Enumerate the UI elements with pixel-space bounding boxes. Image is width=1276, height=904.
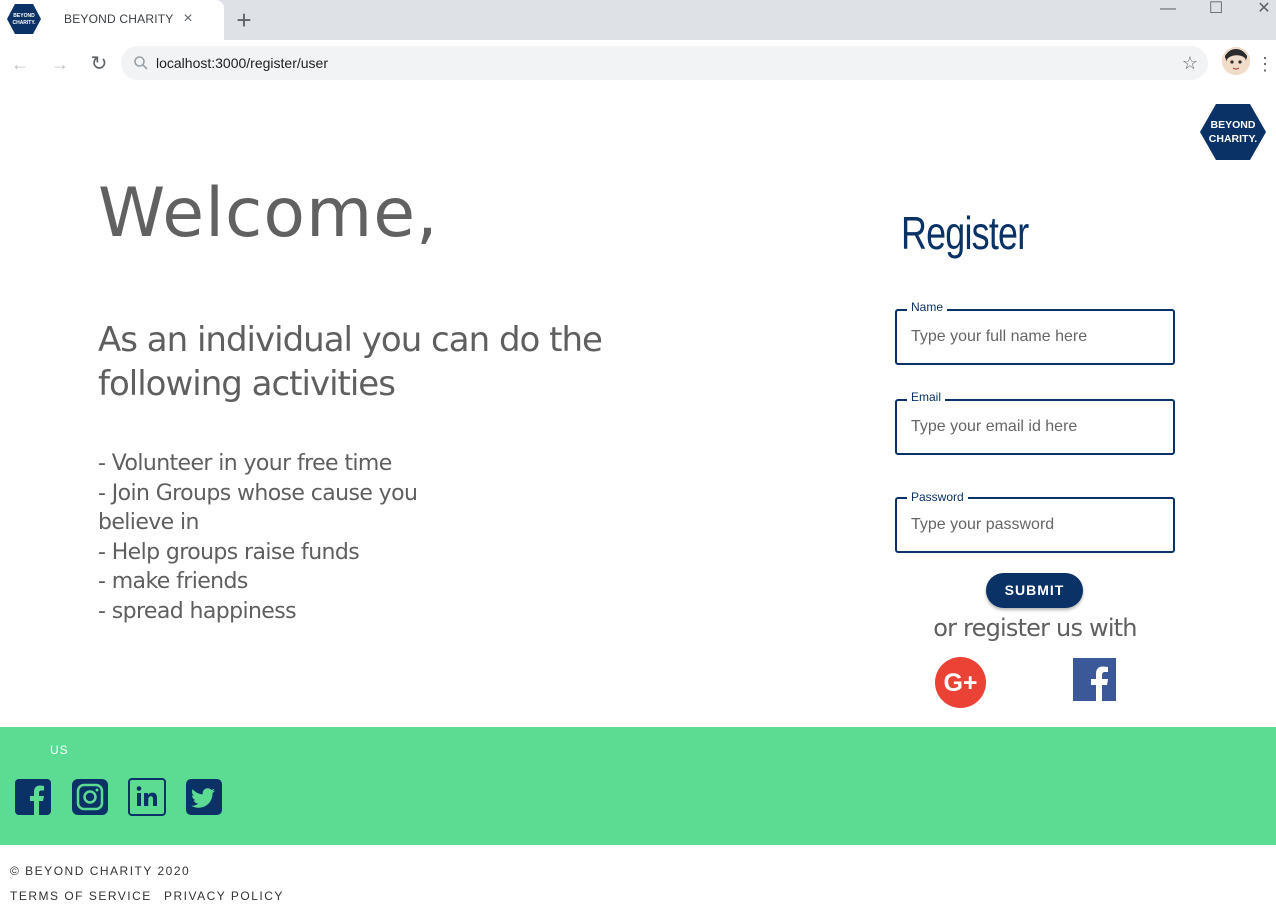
password-input[interactable]	[897, 499, 1173, 551]
tab-close-icon[interactable]: ×	[180, 10, 196, 28]
svg-text:BEYOND: BEYOND	[1211, 119, 1256, 131]
back-icon[interactable]: ←	[8, 52, 32, 76]
page-content: BEYOND CHARITY. Welcome, As an individua…	[0, 86, 1276, 904]
submit-button[interactable]: SUBMIT	[986, 573, 1083, 608]
svg-text:CHARITY.: CHARITY.	[1209, 133, 1258, 145]
email-input[interactable]	[897, 401, 1173, 453]
or-register-text: or register us with	[933, 614, 1137, 642]
maximize-icon[interactable]: ☐	[1196, 0, 1236, 18]
footer-us-label: US	[50, 743, 69, 757]
privacy-policy-link[interactable]: PRIVACY POLICY	[164, 889, 284, 903]
forward-icon[interactable]: →	[48, 52, 72, 76]
search-icon	[134, 56, 148, 70]
svg-text:G+: G+	[943, 669, 977, 697]
address-url: localhost:3000/register/user	[156, 55, 328, 71]
browser-tab-bar: BEYOND CHARITY. BEYOND CHARITY × + — ☐ ✕	[0, 0, 1276, 40]
register-title: Register	[901, 207, 1029, 259]
terms-of-service-link[interactable]: TERMS OF SERVICE	[10, 889, 152, 903]
activity-item: - Volunteer in your free time	[98, 451, 392, 476]
browser-menu-icon[interactable]: ⋮	[1256, 52, 1274, 76]
minimize-icon[interactable]: —	[1148, 0, 1188, 18]
footer-linkedin-icon[interactable]	[128, 778, 166, 816]
footer-twitter-icon[interactable]	[185, 778, 223, 816]
google-plus-icon[interactable]: G+	[935, 657, 986, 708]
password-field: Password	[895, 490, 1175, 553]
beyond-charity-logo[interactable]: BEYOND CHARITY.	[1200, 104, 1266, 160]
browser-toolbar: ← → ↻ localhost:3000/register/user ☆ ⋮	[0, 40, 1276, 86]
welcome-heading: Welcome,	[98, 174, 439, 253]
avatar-icon	[1222, 47, 1250, 75]
activity-item: - Join Groups whose cause you believe in	[98, 480, 418, 536]
bookmark-star-icon[interactable]: ☆	[1182, 52, 1198, 74]
tab-title: BEYOND CHARITY	[64, 12, 174, 26]
activity-item: - spread happiness	[98, 598, 297, 624]
close-window-icon[interactable]: ✕	[1244, 0, 1276, 18]
browser-tab[interactable]: BEYOND CHARITY. BEYOND CHARITY ×	[0, 0, 224, 40]
activity-item: - Help groups raise funds	[98, 539, 360, 565]
profile-avatar[interactable]	[1222, 47, 1250, 75]
activities-list: - Volunteer in your free time - Join Gro…	[98, 449, 458, 626]
address-bar[interactable]: localhost:3000/register/user ☆	[121, 46, 1208, 80]
name-input[interactable]	[897, 311, 1173, 363]
svg-text:BEYOND: BEYOND	[13, 13, 35, 19]
footer-facebook-icon[interactable]	[14, 778, 52, 816]
copyright-text: © BEYOND CHARITY 2020	[10, 864, 191, 878]
facebook-icon[interactable]	[1073, 658, 1116, 701]
footer-instagram-icon[interactable]	[71, 778, 109, 816]
new-tab-button[interactable]: +	[232, 6, 256, 34]
name-field: Name	[895, 300, 1175, 365]
beyond-charity-favicon-icon: BEYOND CHARITY.	[7, 4, 41, 34]
welcome-subtitle: As an individual you can do the followin…	[98, 320, 603, 404]
email-field: Email	[895, 390, 1175, 455]
svg-text:CHARITY.: CHARITY.	[12, 20, 36, 26]
activity-item: - make friends	[98, 569, 248, 594]
footer-band: US	[0, 727, 1276, 845]
reload-icon[interactable]: ↻	[87, 52, 111, 76]
